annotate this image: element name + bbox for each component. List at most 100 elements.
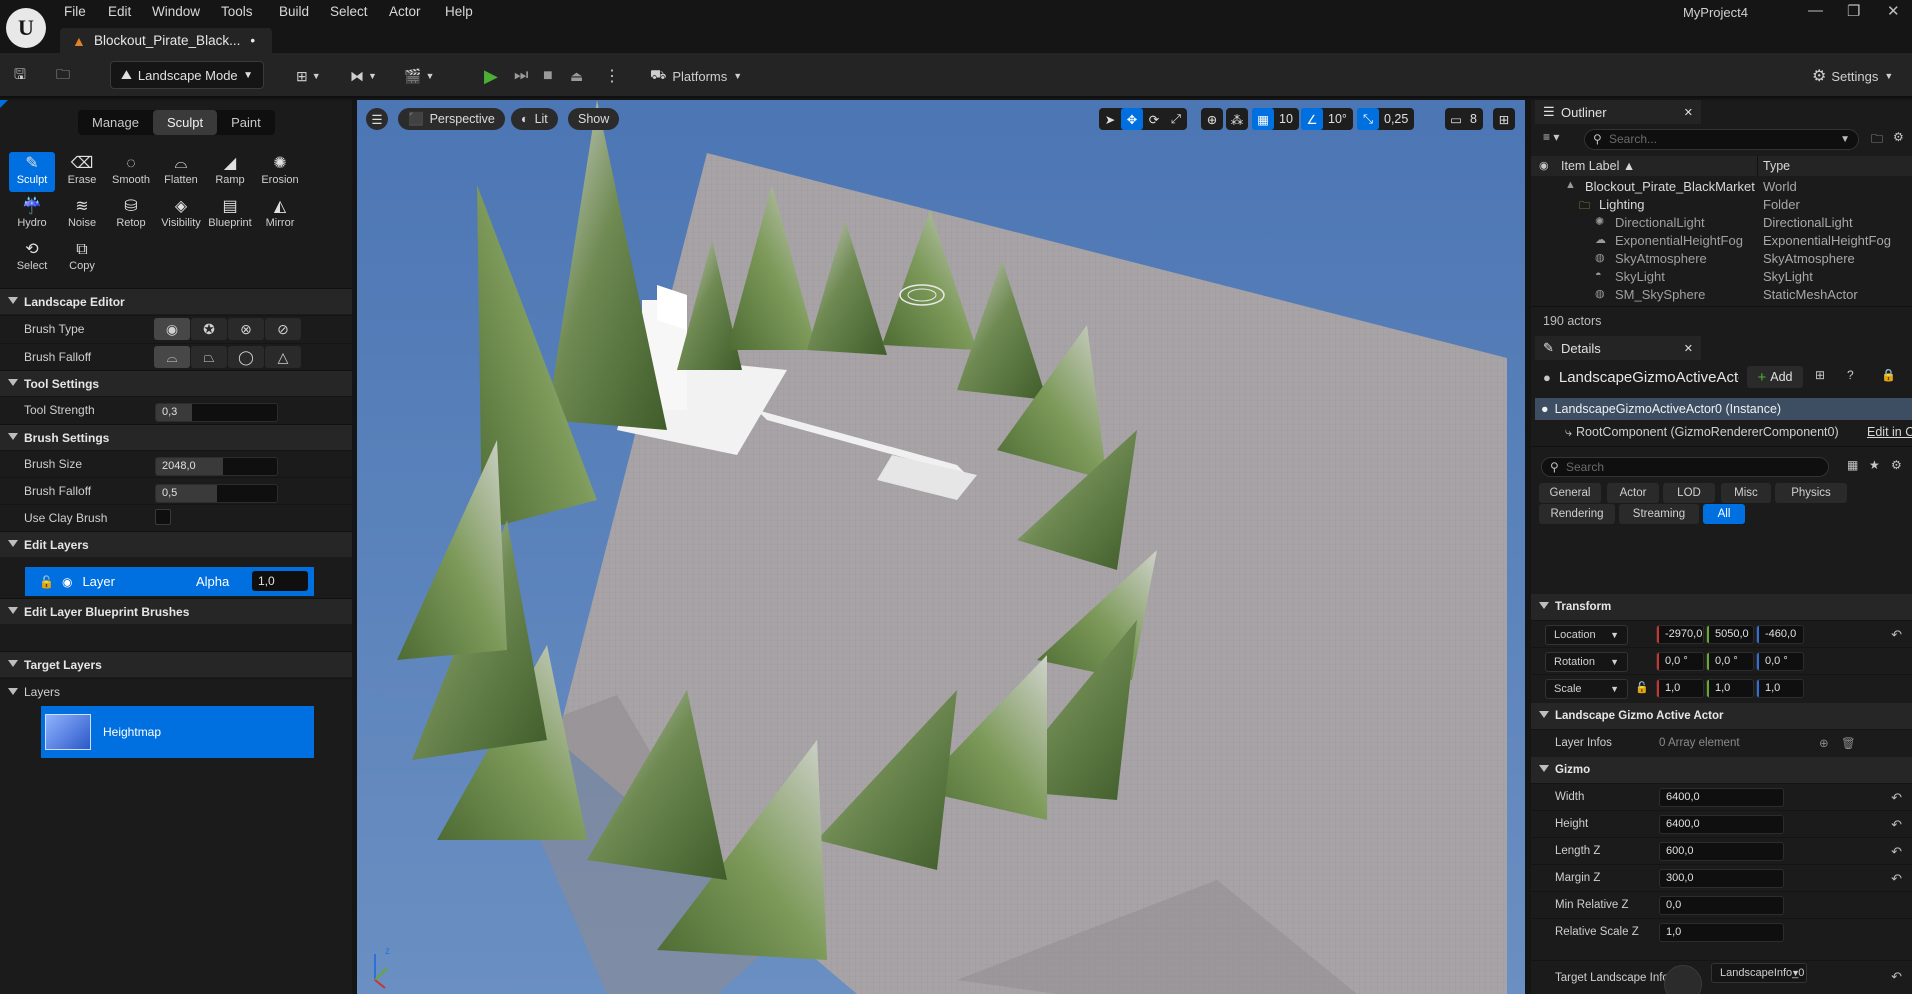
- gizmo-length_z-field[interactable]: 600,0: [1659, 842, 1784, 861]
- menu-build[interactable]: Build: [279, 4, 309, 22]
- show-button[interactable]: Show: [568, 108, 620, 130]
- filter-physics[interactable]: Physics: [1775, 483, 1847, 503]
- tool-smooth[interactable]: ◌ Smooth: [108, 152, 154, 192]
- rotation-y-field[interactable]: 0,0 °: [1706, 652, 1754, 671]
- blueprint-menu-icon[interactable]: ⧓ ▼: [350, 63, 377, 89]
- clay-brush-checkbox[interactable]: [155, 509, 171, 525]
- close-icon[interactable]: ✕: [1684, 342, 1693, 355]
- settings-button[interactable]: ⚙ Settings ▼: [1812, 63, 1893, 89]
- eject-icon[interactable]: ⏏: [570, 63, 583, 89]
- brush-size-slider[interactable]: 2048,0: [155, 457, 278, 476]
- tab-manage[interactable]: Manage: [78, 110, 153, 135]
- tool-retop[interactable]: ⛁ Retop: [108, 195, 154, 235]
- tool-sculpt[interactable]: ✎ Sculpt: [9, 152, 55, 192]
- tool-hydro[interactable]: ☔ Hydro: [9, 195, 55, 235]
- instance-row[interactable]: ● LandscapeGizmoActiveActor0 (Instance): [1535, 398, 1912, 420]
- item-label-column[interactable]: Item Label ▲: [1561, 159, 1635, 173]
- tool-copy[interactable]: ⧉ Copy: [59, 238, 105, 278]
- rotation-x-field[interactable]: 0,0 °: [1656, 652, 1704, 671]
- gizmo-margin_z-field[interactable]: 300,0: [1659, 869, 1784, 888]
- rotate-icon[interactable]: ⟳: [1143, 108, 1165, 130]
- location-x-field[interactable]: -2970,0: [1656, 625, 1704, 644]
- section-tool-settings[interactable]: Tool Settings: [0, 370, 352, 396]
- tool-strength-slider[interactable]: 0,3: [155, 403, 278, 422]
- location-y-field[interactable]: 5050,0: [1706, 625, 1754, 644]
- edit-layer-row[interactable]: 🔓 ◉ Layer Alpha 1,0: [25, 567, 314, 596]
- filter-rendering[interactable]: Rendering: [1539, 504, 1615, 524]
- scale-z-field[interactable]: 1,0: [1756, 679, 1804, 698]
- unreal-logo-icon[interactable]: U: [6, 8, 46, 48]
- add-component-button[interactable]: + Add: [1747, 366, 1803, 388]
- root-component-row[interactable]: ⤷ RootComponent (GizmoRendererComponent0…: [1535, 421, 1912, 443]
- outliner-row[interactable]: ◍ SkyAtmosphere SkyAtmosphere: [1531, 250, 1912, 268]
- brush-alpha-icon[interactable]: ✪: [191, 318, 227, 340]
- table-view-icon[interactable]: ▦: [1847, 458, 1858, 472]
- cinematics-icon[interactable]: 🎬 ▼: [404, 63, 434, 89]
- layout-icon[interactable]: ⊞: [1493, 108, 1515, 130]
- menu-actor[interactable]: Actor: [389, 4, 421, 22]
- rotation-z-field[interactable]: 0,0 °: [1756, 652, 1804, 671]
- gizmo-height-field[interactable]: 6400,0: [1659, 815, 1784, 834]
- target-landscape-dropdown[interactable]: LandscapeInfo_0 ▼: [1711, 963, 1807, 983]
- tool-erosion[interactable]: ✺ Erosion: [257, 152, 303, 192]
- select-mode-icon[interactable]: ➤: [1099, 108, 1121, 130]
- tool-erase[interactable]: ⌫ Erase: [59, 152, 105, 192]
- outliner-row[interactable]: ✺ DirectionalLight DirectionalLight: [1531, 214, 1912, 232]
- minimize-icon[interactable]: —: [1808, 2, 1823, 19]
- tool-mirror[interactable]: ◭ Mirror: [257, 195, 303, 235]
- filter-streaming[interactable]: Streaming: [1619, 504, 1699, 524]
- tool-select[interactable]: ⟲ Select: [9, 238, 55, 278]
- scale-y-field[interactable]: 1,0: [1706, 679, 1754, 698]
- step-icon[interactable]: ⏭: [514, 63, 528, 89]
- grid-snap-button[interactable]: ▦ 10: [1252, 108, 1299, 130]
- falloff-smooth-icon[interactable]: ⌓: [154, 346, 190, 368]
- tool-noise[interactable]: ≋ Noise: [59, 195, 105, 235]
- outliner-row[interactable]: ◍ SM_SkySphere StaticMeshActor: [1531, 286, 1912, 304]
- reset-arrow-icon[interactable]: ↶: [1891, 969, 1902, 985]
- section-transform[interactable]: Transform: [1531, 594, 1912, 620]
- scale-snap-button[interactable]: ⤡ 0,25: [1357, 108, 1415, 130]
- gizmo-rel_scale_z-field[interactable]: 1,0: [1659, 923, 1784, 942]
- actor-name[interactable]: LandscapeGizmoActiveActor0: [1559, 369, 1739, 386]
- level-tab[interactable]: ▲ Blockout_Pirate_Black... •: [60, 28, 272, 53]
- falloff-spherical-icon[interactable]: ◯: [228, 346, 264, 368]
- menu-file[interactable]: File: [64, 4, 86, 22]
- lit-button[interactable]: ◐ Lit: [511, 108, 558, 130]
- rotation-snap-button[interactable]: ∠ 10°: [1301, 108, 1353, 130]
- section-bp-brushes[interactable]: Edit Layer Blueprint Brushes: [0, 598, 352, 624]
- menu-tools[interactable]: Tools: [221, 4, 253, 22]
- restore-icon[interactable]: ❐: [1847, 2, 1860, 20]
- translate-icon[interactable]: ✥: [1121, 108, 1143, 130]
- play-icon[interactable]: ▶: [484, 63, 498, 89]
- mode-dropdown[interactable]: ⛰ Landscape Mode ▼: [110, 61, 264, 89]
- reset-arrow-icon[interactable]: ↶: [1891, 790, 1902, 806]
- scale-lock-icon[interactable]: 🔓: [1635, 681, 1649, 694]
- camera-speed-button[interactable]: ▭ 8: [1445, 108, 1483, 130]
- falloff-linear-icon[interactable]: ⏢: [191, 346, 227, 368]
- blueprint-convert-icon[interactable]: ⊞: [1815, 368, 1825, 382]
- menu-window[interactable]: Window: [152, 4, 200, 22]
- help-icon[interactable]: ?: [1847, 368, 1854, 382]
- eye-icon[interactable]: ◉: [62, 575, 72, 589]
- location-z-field[interactable]: -460,0: [1756, 625, 1804, 644]
- filter-all[interactable]: All: [1703, 504, 1745, 524]
- scale-icon[interactable]: ⤢: [1165, 108, 1187, 130]
- perspective-button[interactable]: ⬛ Perspective: [398, 108, 505, 130]
- type-column-header[interactable]: Type: [1763, 159, 1790, 173]
- section-gizmo[interactable]: Gizmo: [1531, 757, 1912, 783]
- filter-lod[interactable]: LOD: [1663, 483, 1715, 503]
- heightmap-layer[interactable]: Heightmap: [41, 706, 314, 758]
- brush-circle-icon[interactable]: ◉: [154, 318, 190, 340]
- lock-icon[interactable]: 🔒: [1881, 368, 1896, 382]
- visibility-column-icon[interactable]: ◉: [1539, 159, 1549, 172]
- outliner-tab[interactable]: ☰ Outliner ✕: [1535, 100, 1701, 124]
- outliner-row[interactable]: 🗀 Lighting Folder: [1531, 196, 1912, 214]
- stop-icon[interactable]: ■: [543, 63, 553, 89]
- tab-paint[interactable]: Paint: [217, 110, 275, 135]
- gizmo-width-field[interactable]: 6400,0: [1659, 788, 1784, 807]
- tool-visibility[interactable]: ◈ Visibility: [158, 195, 204, 235]
- viewport-menu-icon[interactable]: ☰: [366, 108, 388, 130]
- content-browser-icon[interactable]: 🗀: [56, 63, 70, 89]
- reset-arrow-icon[interactable]: ↶: [1891, 871, 1902, 887]
- trash-icon[interactable]: 🗑: [1841, 736, 1856, 750]
